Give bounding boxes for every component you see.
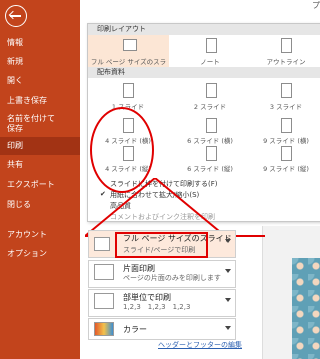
backstage-sidebar: 情報 新規 開く 上書き保存 名前を付けて 保存 印刷 共有 エクスポート 閉じ… bbox=[0, 0, 80, 359]
preview-slide-pattern bbox=[292, 258, 320, 359]
layout-outline-label[interactable]: アウトライン bbox=[246, 56, 320, 66]
nav-account[interactable]: アカウント bbox=[0, 230, 80, 240]
nav-share[interactable]: 共有 bbox=[0, 160, 80, 170]
full-page-slide-icon bbox=[94, 237, 110, 251]
handout-3-label[interactable]: 3 スライド bbox=[246, 101, 320, 111]
collate-dropdown[interactable]: 部単位で印刷 1,2,3 1,2,3 1,2,3 bbox=[88, 289, 236, 317]
sides-dropdown[interactable]: 片面印刷 ページの片面のみを印刷します bbox=[88, 260, 236, 288]
handouts-title: 配布資料 bbox=[88, 67, 320, 78]
red-highlight-box bbox=[115, 232, 208, 258]
handout-6v-label[interactable]: 6 スライド (縦) bbox=[170, 163, 250, 173]
handout-1-icon[interactable] bbox=[123, 83, 134, 98]
one-sided-icon bbox=[94, 264, 114, 280]
nav-print[interactable]: 印刷 bbox=[0, 137, 80, 155]
color-icon bbox=[94, 322, 114, 336]
color-main-text: カラー bbox=[123, 325, 147, 334]
handout-3-icon[interactable] bbox=[281, 83, 292, 98]
handout-6v-icon[interactable] bbox=[206, 146, 217, 161]
nav-open[interactable]: 開く bbox=[0, 76, 80, 86]
handout-9v-icon[interactable] bbox=[281, 146, 292, 161]
nav-save[interactable]: 上書き保存 bbox=[0, 96, 80, 106]
handout-9h-label[interactable]: 9 スライド (横) bbox=[246, 135, 320, 145]
handout-9h-icon[interactable] bbox=[281, 118, 292, 133]
layout-notes-label[interactable]: ノート bbox=[170, 56, 250, 66]
nav-new[interactable]: 新規 bbox=[0, 57, 80, 67]
header-text: プ bbox=[312, 1, 320, 10]
nav-save-as-line2[interactable]: 保存 bbox=[0, 124, 80, 134]
chevron-down-icon bbox=[225, 269, 231, 273]
handout-9v-label[interactable]: 9 スライド (縦) bbox=[246, 163, 320, 173]
chevron-down-icon bbox=[225, 239, 231, 243]
handout-6h-icon[interactable] bbox=[206, 118, 217, 133]
nav-info[interactable]: 情報 bbox=[0, 38, 80, 48]
nav-export[interactable]: エクスポート bbox=[0, 180, 80, 190]
collate-icon bbox=[94, 293, 114, 309]
handout-2-icon[interactable] bbox=[206, 83, 217, 98]
nav-save-as-line1[interactable]: 名前を付けて bbox=[0, 114, 80, 124]
chevron-down-icon bbox=[225, 298, 231, 302]
full-page-slide-icon[interactable] bbox=[123, 39, 137, 51]
print-layout-title: 印刷レイアウト bbox=[88, 24, 320, 35]
outline-icon[interactable] bbox=[281, 38, 292, 53]
header-footer-link[interactable]: ヘッダーとフッターの編集 bbox=[158, 340, 242, 350]
collate-sub-text: 1,2,3 1,2,3 1,2,3 bbox=[123, 303, 191, 311]
notes-icon[interactable] bbox=[206, 38, 217, 53]
back-icon[interactable] bbox=[5, 5, 27, 27]
nav-options[interactable]: オプション bbox=[0, 249, 80, 259]
handout-2-label[interactable]: 2 スライド bbox=[170, 101, 250, 111]
chevron-down-icon bbox=[225, 326, 231, 330]
red-arrow-annotation bbox=[85, 178, 265, 237]
sides-sub-text: ページの片面のみを印刷します bbox=[123, 274, 221, 282]
nav-close[interactable]: 閉じる bbox=[0, 200, 80, 210]
color-dropdown[interactable]: カラー bbox=[88, 318, 236, 340]
handout-6h-label[interactable]: 6 スライド (横) bbox=[170, 135, 250, 145]
